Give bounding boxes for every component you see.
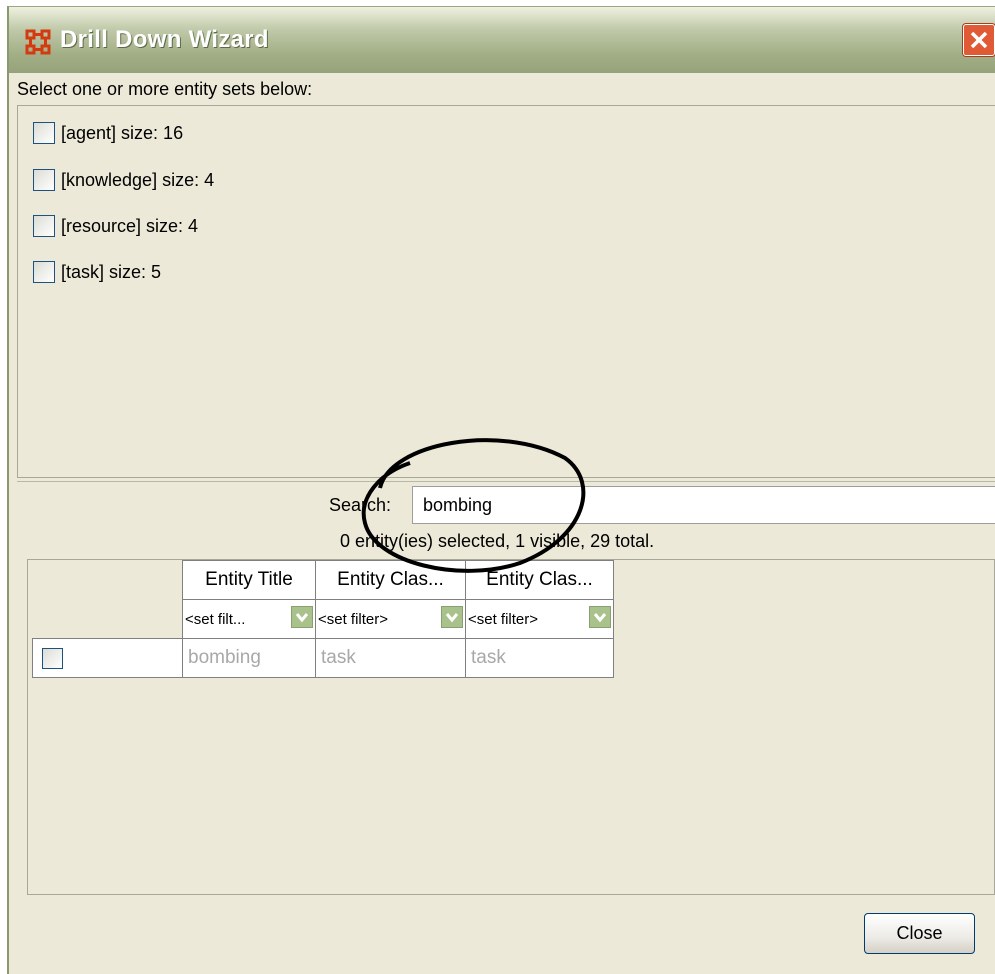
- close-button[interactable]: Close: [864, 913, 975, 954]
- entity-set-label: [resource] size: 4: [61, 215, 199, 236]
- row-checkbox[interactable]: [42, 648, 63, 669]
- entity-set-checkbox[interactable]: [33, 122, 55, 144]
- entity-set-checkbox[interactable]: [33, 261, 55, 283]
- chevron-down-icon[interactable]: [291, 606, 313, 628]
- drill-down-wizard-window: Drill Down Wizard Select one or more ent…: [7, 6, 995, 974]
- search-input[interactable]: [412, 486, 995, 524]
- entity-set-label: [agent] size: 16: [61, 122, 184, 143]
- entity-set-agent[interactable]: [agent] size: 16: [33, 120, 183, 146]
- chevron-down-icon[interactable]: [441, 606, 463, 628]
- entity-set-label: [knowledge] size: 4: [61, 169, 215, 190]
- filter-dropdown-entity-title[interactable]: <set filt...: [182, 599, 316, 639]
- column-header-entity-class-2[interactable]: Entity Clas...: [465, 560, 614, 600]
- entity-set-resource[interactable]: [resource] size: 4: [33, 213, 198, 239]
- window-title: Drill Down Wizard: [60, 26, 269, 53]
- entity-set-checkbox[interactable]: [33, 169, 55, 191]
- entity-set-list: [agent] size: 16 [knowledge] size: 4 [re…: [17, 105, 995, 478]
- instruction-text: Select one or more entity sets below:: [17, 79, 313, 99]
- entity-set-task[interactable]: [task] size: 5: [33, 259, 161, 285]
- filter-value: <set filt...: [185, 610, 246, 628]
- entity-set-label: [task] size: 5: [61, 261, 162, 282]
- title-bar[interactable]: Drill Down Wizard: [9, 7, 995, 73]
- table-cell: bombing: [182, 638, 316, 678]
- table-cell: task: [315, 638, 466, 678]
- divider: [17, 481, 995, 482]
- filter-dropdown-entity-class[interactable]: <set filter>: [315, 599, 466, 639]
- window-close-button[interactable]: [963, 24, 995, 56]
- column-header-entity-title[interactable]: Entity Title: [182, 560, 316, 600]
- chevron-down-icon[interactable]: [589, 606, 611, 628]
- filter-value: <set filter>: [468, 610, 539, 628]
- app-network-icon: [25, 29, 51, 55]
- table-row-select[interactable]: [32, 638, 183, 678]
- filter-value: <set filter>: [318, 610, 389, 628]
- entity-set-checkbox[interactable]: [33, 215, 55, 237]
- search-label: Search:: [329, 495, 392, 515]
- selection-status: 0 entity(ies) selected, 1 visible, 29 to…: [340, 531, 655, 551]
- close-icon: [970, 31, 988, 49]
- table-cell: task: [465, 638, 614, 678]
- filter-dropdown-entity-class-2[interactable]: <set filter>: [465, 599, 614, 639]
- entity-table: Entity Title Entity Clas... Entity Clas.…: [27, 559, 995, 895]
- column-header-entity-class[interactable]: Entity Clas...: [315, 560, 466, 600]
- entity-set-knowledge[interactable]: [knowledge] size: 4: [33, 167, 214, 193]
